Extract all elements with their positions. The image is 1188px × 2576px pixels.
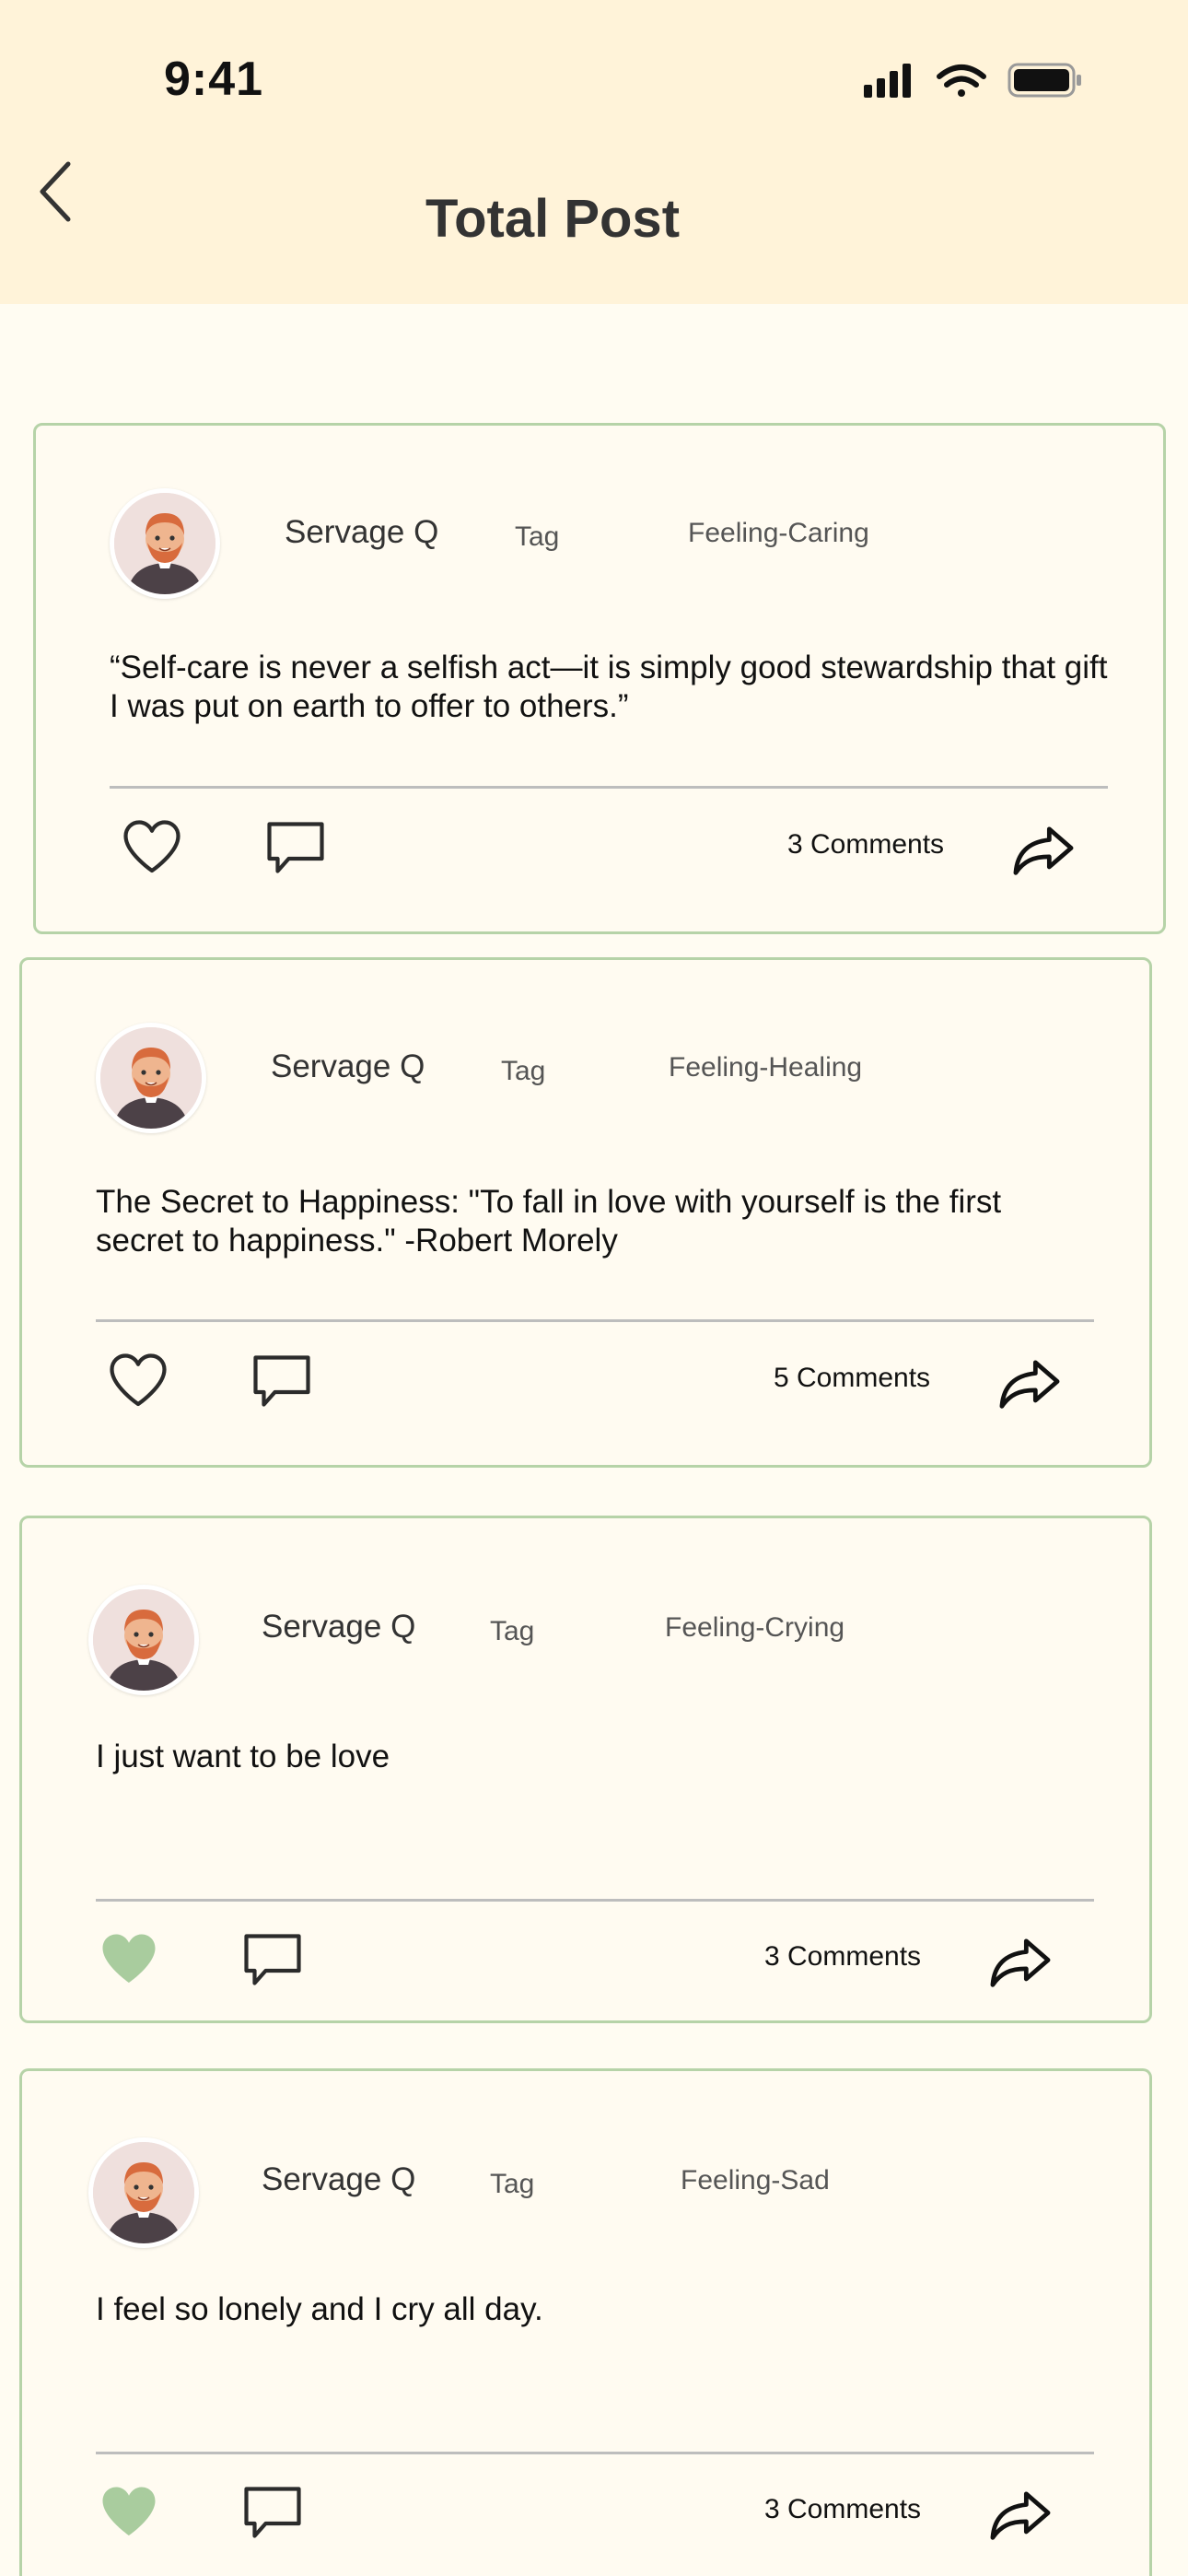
heart-icon (102, 2487, 156, 2535)
divider (110, 786, 1108, 789)
wifi-icon (937, 64, 986, 97)
comments-count[interactable]: 3 Comments (764, 2494, 921, 2525)
page-title: Total Post (425, 189, 681, 249)
post-text: I feel so lonely and I cry all day. (96, 2291, 543, 2327)
comments-count[interactable]: 3 Comments (787, 829, 944, 861)
post-text: The Secret to Happiness: "To fall in lov… (96, 1184, 1002, 1259)
user-avatar-icon (93, 1589, 194, 1691)
comment-icon (267, 822, 324, 873)
post-author[interactable]: Servage Q (262, 1609, 415, 1645)
status-time: 9:41 (164, 53, 264, 106)
share-button[interactable] (985, 1926, 1055, 1996)
divider (96, 1319, 1094, 1322)
battery-icon (1007, 63, 1081, 98)
comment-icon (244, 2487, 301, 2538)
like-button[interactable] (96, 2477, 162, 2544)
heart-icon (123, 820, 181, 873)
post-card: Servage Q Tag Feeling-Caring “Self-care … (33, 423, 1166, 934)
post-text: I just want to be love (96, 1739, 390, 1774)
user-avatar-icon (93, 2142, 194, 2243)
heart-icon (102, 1934, 156, 1983)
heart-icon (110, 1353, 167, 1407)
app-header: 9:41 Total Post (0, 0, 1188, 304)
comment-icon (244, 1934, 301, 1985)
avatar[interactable] (96, 1023, 206, 1133)
comment-button[interactable] (262, 814, 329, 881)
post-tag[interactable]: Tag (515, 521, 559, 553)
user-avatar-icon (114, 493, 215, 594)
post-card: Servage Q Tag Feeling-Healing The Secret… (19, 957, 1152, 1468)
share-button[interactable] (995, 1348, 1065, 1418)
share-button[interactable] (1008, 814, 1078, 884)
avatar[interactable] (110, 488, 220, 599)
post-tag[interactable]: Tag (490, 2169, 534, 2200)
comment-button[interactable] (249, 1348, 315, 1414)
post-author[interactable]: Servage Q (285, 514, 438, 551)
comment-button[interactable] (239, 1926, 306, 1993)
comments-count[interactable]: 3 Comments (764, 1941, 921, 1973)
status-icons (864, 63, 1081, 98)
share-icon (1013, 826, 1074, 875)
post-feeling: Feeling-Sad (681, 2165, 830, 2195)
divider (96, 1899, 1094, 1902)
post-text: “Self-care is never a selfish act—it is … (110, 650, 1108, 724)
share-icon (990, 2491, 1051, 2540)
post-card: Servage Q Tag Feeling-Sad I feel so lone… (19, 2068, 1152, 2576)
avatar[interactable] (88, 2137, 199, 2248)
post-tag[interactable]: Tag (490, 1616, 534, 1647)
like-button[interactable] (119, 813, 185, 879)
comment-icon (253, 1355, 310, 1407)
post-card: Servage Q Tag Feeling-Crying I just want… (19, 1516, 1152, 2023)
avatar[interactable] (88, 1585, 199, 1695)
post-feeling: Feeling-Caring (688, 518, 869, 548)
like-button[interactable] (105, 1346, 171, 1412)
divider (96, 2452, 1094, 2454)
post-tag[interactable]: Tag (501, 1056, 545, 1087)
user-avatar-icon (100, 1027, 202, 1129)
share-button[interactable] (985, 2479, 1055, 2549)
comments-count[interactable]: 5 Comments (774, 1363, 930, 1394)
cellular-signal-icon (864, 64, 911, 98)
share-icon (990, 1938, 1051, 1987)
like-button[interactable] (96, 1925, 162, 1991)
post-feeling: Feeling-Crying (665, 1612, 845, 1643)
share-icon (999, 1360, 1060, 1409)
post-feeling: Feeling-Healing (669, 1052, 863, 1083)
post-author[interactable]: Servage Q (271, 1048, 425, 1085)
post-author[interactable]: Servage Q (262, 2161, 415, 2198)
comment-button[interactable] (239, 2479, 306, 2546)
